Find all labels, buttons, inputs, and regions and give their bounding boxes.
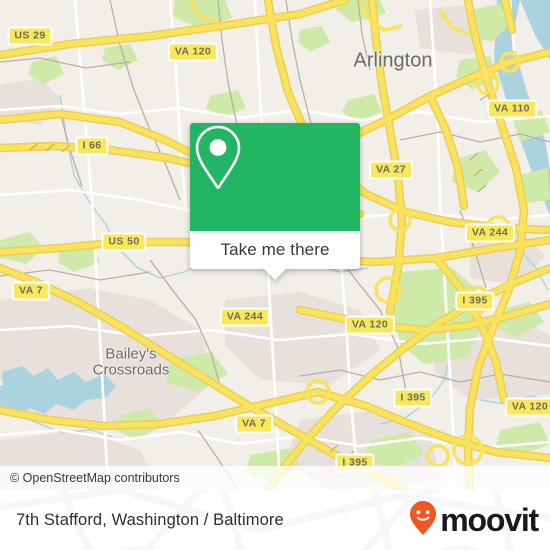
road-shield-va-27[interactable]: VA 27 xyxy=(368,160,414,180)
take-me-there-callout[interactable]: Take me there xyxy=(190,123,360,280)
road-shield-i-395-north[interactable]: I 395 xyxy=(455,291,495,311)
road-shield-us-50[interactable]: US 50 xyxy=(101,232,147,252)
callout-pin-area xyxy=(190,123,360,231)
callout-pointer-icon xyxy=(264,269,286,280)
road-shield-i-395-mid[interactable]: I 395 xyxy=(393,388,433,408)
map-canvas[interactable]: Arlington Bailey's Crossroads US 29 VA 1… xyxy=(0,0,550,490)
road-shield-va-120-east[interactable]: VA 120 xyxy=(504,397,550,417)
road-shield-va-244-north[interactable]: VA 244 xyxy=(464,223,516,243)
road-shield-va-244-west[interactable]: VA 244 xyxy=(219,307,271,327)
map-attribution[interactable]: © OpenStreetMap contributors xyxy=(0,466,550,490)
road-shield-us-29[interactable]: US 29 xyxy=(7,26,53,46)
take-me-there-label: Take me there xyxy=(220,240,330,259)
moovit-wordmark: moovit xyxy=(440,502,539,538)
road-shield-va-120[interactable]: VA 120 xyxy=(167,42,219,62)
road-shield-va-120-south[interactable]: VA 120 xyxy=(344,315,396,335)
road-shield-i-66[interactable]: I 66 xyxy=(75,136,109,156)
moovit-smiling-pin-icon xyxy=(408,500,438,541)
place-label-arlington: Arlington xyxy=(353,49,433,72)
callout-action-bar[interactable]: Take me there xyxy=(190,231,360,280)
place-label-baileys-crossroads-line1: Bailey's xyxy=(105,345,157,363)
road-shield-va-7-north[interactable]: VA 7 xyxy=(12,281,50,301)
moovit-map-screen: Arlington Bailey's Crossroads US 29 VA 1… xyxy=(0,0,550,550)
place-label-baileys-crossroads-line2: Crossroads xyxy=(92,361,170,379)
footer-bar: 7th Stafford, Washington / Baltimore moo… xyxy=(0,490,550,550)
road-shield-va-7-south[interactable]: VA 7 xyxy=(235,414,273,434)
moovit-logo[interactable]: moovit xyxy=(408,500,539,541)
road-shield-va-110[interactable]: VA 110 xyxy=(487,99,537,119)
location-title: 7th Stafford, Washington / Baltimore xyxy=(16,510,284,529)
